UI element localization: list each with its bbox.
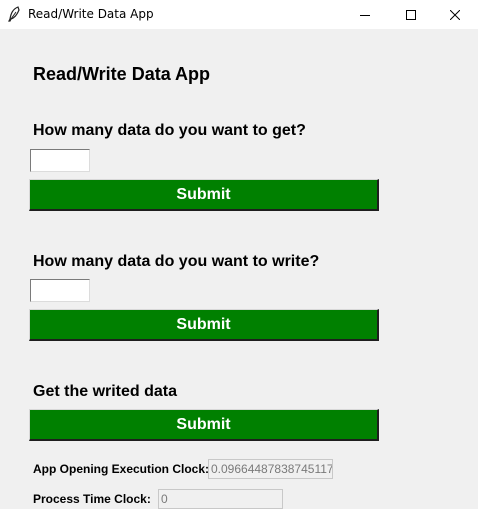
get-submit-button[interactable]: Submit xyxy=(29,179,379,211)
opening-clock-field: 0.09664487838745117 xyxy=(208,459,333,479)
write-count-label: How many data do you want to write? xyxy=(33,253,320,270)
opening-clock-label: App Opening Execution Clock: xyxy=(33,462,210,476)
minimize-button[interactable] xyxy=(342,0,388,29)
close-icon xyxy=(450,9,460,20)
close-button[interactable] xyxy=(432,0,478,29)
get-written-label: Get the writed data xyxy=(33,383,178,400)
app-heading: Read/Write Data App xyxy=(33,64,211,84)
minimize-icon xyxy=(360,14,370,16)
get-written-submit-button[interactable]: Submit xyxy=(29,409,379,441)
feather-icon xyxy=(7,6,21,22)
write-count-input[interactable] xyxy=(30,279,90,302)
write-submit-button[interactable]: Submit xyxy=(29,309,379,341)
maximize-button[interactable] xyxy=(388,0,434,29)
window-title: Read/Write Data App xyxy=(28,7,154,21)
maximize-icon xyxy=(406,9,416,20)
process-clock-field: 0 xyxy=(158,489,283,509)
get-count-label: How many data do you want to get? xyxy=(33,122,306,139)
get-count-input[interactable] xyxy=(30,149,90,172)
title-bar: Read/Write Data App xyxy=(0,0,478,29)
process-clock-label: Process Time Clock: xyxy=(33,492,151,506)
